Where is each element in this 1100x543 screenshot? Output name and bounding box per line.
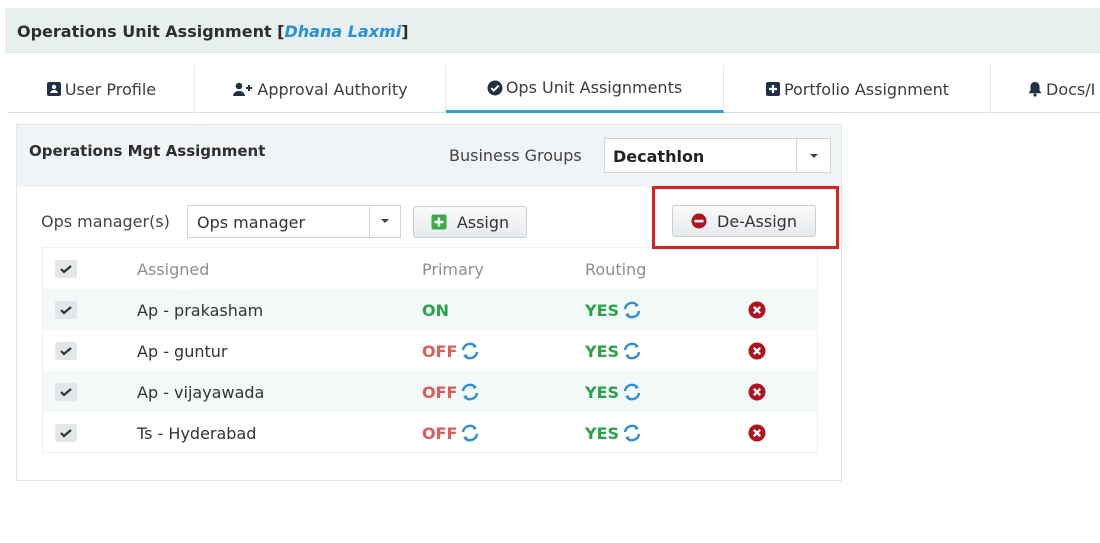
primary-value: OFF — [422, 424, 458, 443]
tab-user-profile[interactable]: User Profile — [8, 65, 195, 113]
panel-title: Operations Mgt Assignment — [29, 142, 266, 160]
table-row: Ts - Hyderabad OFF YES — [43, 412, 817, 453]
refresh-icon[interactable] — [460, 424, 480, 442]
assigned-unit: Ap - vijayawada — [137, 383, 265, 402]
ops-mgt-panel: Operations Mgt Assignment Business Group… — [16, 124, 842, 481]
tab-label: Docs/I — [1046, 79, 1096, 99]
row-checkbox[interactable] — [55, 342, 77, 360]
assignments-table: Assigned Primary Routing Ap - prakasham … — [42, 247, 818, 453]
business-groups-label: Business Groups — [449, 146, 582, 165]
refresh-icon[interactable] — [622, 342, 642, 360]
panel-header: Operations Mgt Assignment Business Group… — [17, 125, 841, 187]
caret-down-icon[interactable] — [369, 206, 400, 237]
primary-status: OFF — [422, 383, 480, 402]
header-routing: Routing — [585, 260, 647, 279]
user-plus-icon — [233, 82, 253, 96]
tab-bar: User Profile Approval Authority Ops Unit… — [8, 65, 1100, 113]
check-circle-icon — [487, 80, 503, 95]
ops-manager-select[interactable]: Ops manager — [187, 205, 401, 238]
remove-icon[interactable] — [748, 342, 766, 360]
routing-value: YES — [585, 342, 620, 361]
primary-status: ON — [422, 301, 449, 320]
header-primary: Primary — [422, 260, 484, 279]
primary-value: OFF — [422, 342, 458, 361]
routing-status: YES — [585, 342, 642, 361]
select-all-checkbox[interactable] — [55, 260, 77, 278]
row-checkbox[interactable] — [55, 301, 77, 319]
tab-ops-unit-assignments[interactable]: Ops Unit Assignments — [446, 65, 724, 113]
plus-square-icon — [765, 82, 780, 96]
ops-manager-label: Ops manager(s) — [41, 212, 170, 231]
assigned-unit: Ap - prakasham — [137, 301, 264, 320]
tab-approval-authority[interactable]: Approval Authority — [195, 65, 446, 113]
routing-value: YES — [585, 301, 620, 320]
assign-button[interactable]: Assign — [413, 206, 527, 238]
bell-icon — [1029, 82, 1041, 97]
assign-label: Assign — [456, 212, 510, 232]
refresh-icon[interactable] — [622, 424, 642, 442]
row-checkbox[interactable] — [55, 383, 77, 401]
caret-down-icon[interactable] — [796, 139, 830, 172]
routing-value: YES — [585, 424, 620, 443]
primary-status: OFF — [422, 424, 480, 443]
assigned-unit: Ap - guntur — [137, 342, 228, 361]
business-groups-value: Decathlon — [613, 147, 705, 166]
user-name: Dhana Laxmi — [284, 22, 402, 41]
page-title-prefix: Operations Unit Assignment [ — [17, 22, 285, 41]
table-row: Ap - prakasham ON YES — [43, 289, 817, 330]
page-title: Operations Unit Assignment [Dhana Laxmi] — [17, 22, 409, 41]
page-title-suffix: ] — [401, 22, 409, 41]
tab-docs[interactable]: Docs/I — [991, 65, 1100, 113]
remove-icon[interactable] — [748, 301, 766, 319]
routing-status: YES — [585, 301, 642, 320]
remove-icon[interactable] — [748, 383, 766, 401]
de-assign-highlight-box — [652, 186, 839, 249]
remove-icon[interactable] — [748, 424, 766, 442]
primary-status: OFF — [422, 342, 480, 361]
routing-status: YES — [585, 383, 642, 402]
refresh-icon[interactable] — [460, 342, 480, 360]
tab-label: Ops Unit Assignments — [505, 78, 683, 97]
tab-label: Approval Authority — [257, 79, 408, 99]
refresh-icon[interactable] — [622, 383, 642, 401]
assigned-unit: Ts - Hyderabad — [137, 424, 257, 443]
table-header-row: Assigned Primary Routing — [43, 248, 817, 289]
refresh-icon[interactable] — [460, 383, 480, 401]
tab-label: Portfolio Assignment — [783, 79, 950, 99]
business-groups-select[interactable]: Decathlon — [604, 138, 831, 173]
routing-value: YES — [585, 383, 620, 402]
tab-portfolio-assignment[interactable]: Portfolio Assignment — [724, 65, 991, 113]
plus-square-icon — [431, 214, 447, 230]
row-checkbox[interactable] — [55, 424, 77, 442]
refresh-icon[interactable] — [622, 301, 642, 319]
page-header: Operations Unit Assignment [Dhana Laxmi] — [5, 8, 1100, 53]
routing-status: YES — [585, 424, 642, 443]
header-assigned: Assigned — [137, 260, 210, 279]
table-row: Ap - vijayawada OFF YES — [43, 371, 817, 412]
ops-manager-value: Ops manager — [197, 213, 306, 232]
table-row: Ap - guntur OFF YES — [43, 330, 817, 371]
tab-label: User Profile — [64, 79, 157, 99]
primary-value: OFF — [422, 383, 458, 402]
id-card-icon — [46, 82, 61, 96]
